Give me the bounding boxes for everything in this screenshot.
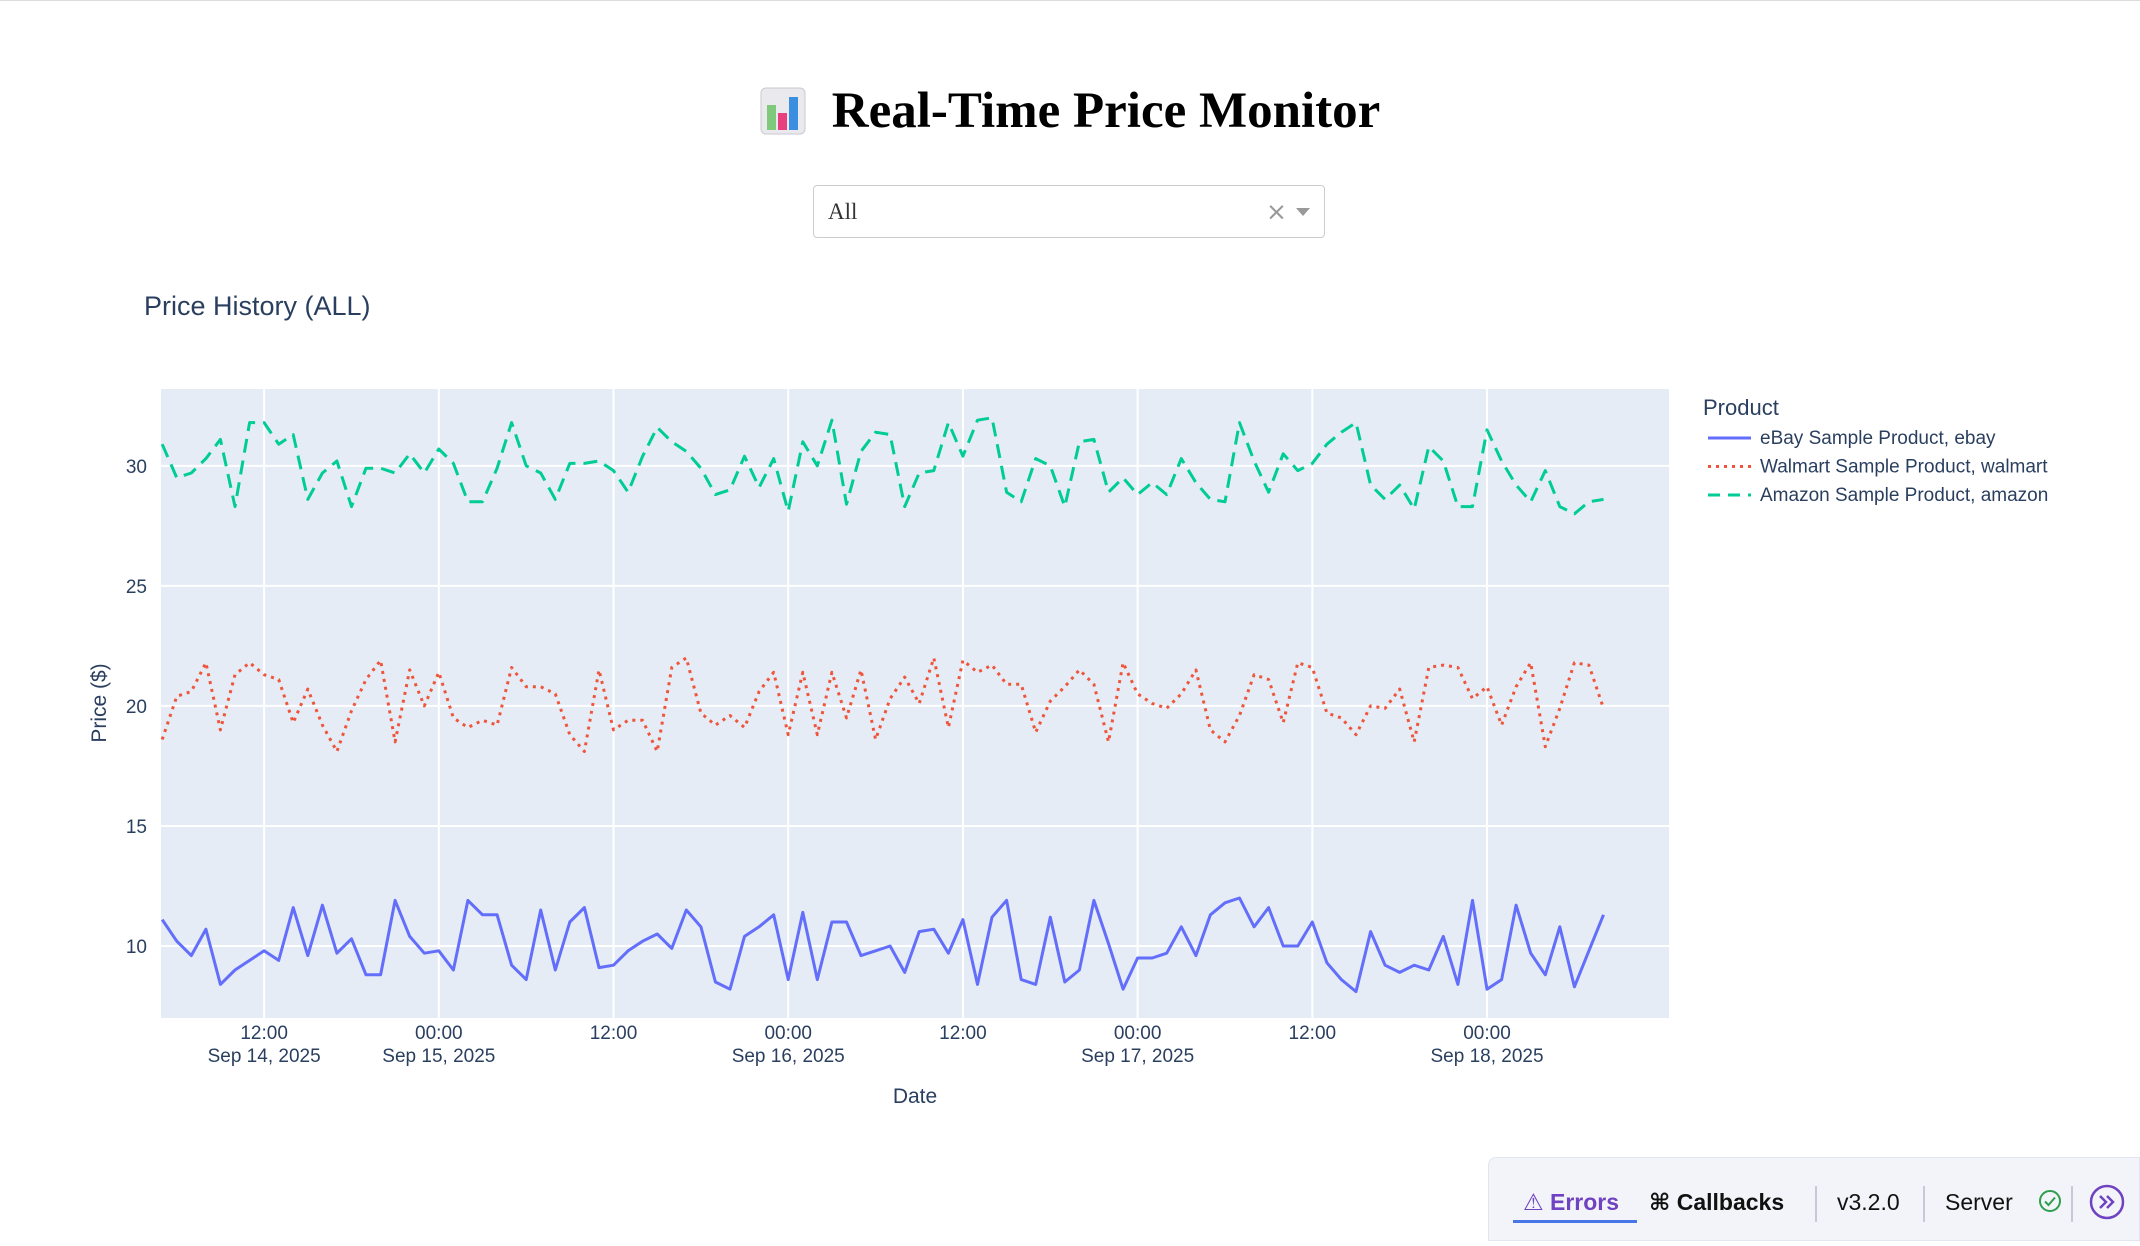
x-tick-label: 00:00 bbox=[415, 1023, 463, 1044]
divider bbox=[1923, 1186, 1925, 1222]
x-tick-date-label: Sep 18, 2025 bbox=[1430, 1046, 1543, 1067]
x-axis-ticks: 12:00Sep 14, 202500:00Sep 15, 202512:00 0… bbox=[208, 1023, 1544, 1067]
callbacks-tab[interactable]: ⌘ Callbacks bbox=[1649, 1158, 1784, 1246]
dev-tools-bar: ⚠ Errors ⌘ Callbacks v3.2.0 Server bbox=[1488, 1157, 2140, 1241]
errors-tab-underline bbox=[1513, 1220, 1637, 1223]
x-axis-label: Date bbox=[893, 1085, 937, 1108]
x-tick-label: 00:00 bbox=[1114, 1023, 1162, 1044]
x-tick-date-label: Sep 16, 2025 bbox=[732, 1046, 845, 1067]
x-tick-label: 12:00 bbox=[590, 1023, 638, 1044]
legend-item-label: eBay Sample Product, ebay bbox=[1760, 428, 1996, 449]
legend-item-label: Amazon Sample Product, amazon bbox=[1760, 485, 2048, 506]
x-tick-label: 12:00 bbox=[240, 1023, 288, 1044]
price-history-chart: Price History (ALL) 1015202530 12:00Sep … bbox=[88, 291, 2048, 1108]
check-circle-icon bbox=[2039, 1190, 2061, 1212]
errors-label: Errors bbox=[1550, 1189, 1620, 1215]
x-tick-date-label: Sep 17, 2025 bbox=[1081, 1046, 1194, 1067]
x-tick-label: 00:00 bbox=[764, 1023, 812, 1044]
y-tick-label: 15 bbox=[126, 817, 147, 838]
divider bbox=[2071, 1186, 2073, 1222]
x-tick-label: 00:00 bbox=[1463, 1023, 1511, 1044]
y-tick-label: 10 bbox=[126, 937, 147, 958]
server-status-label: Server bbox=[1945, 1189, 2013, 1215]
x-tick-label: 12:00 bbox=[939, 1023, 987, 1044]
expand-devtools-icon[interactable] bbox=[2089, 1184, 2125, 1220]
y-tick-label: 25 bbox=[126, 577, 147, 598]
errors-tab[interactable]: ⚠ Errors bbox=[1523, 1158, 1619, 1246]
y-axis-label: Price ($) bbox=[88, 663, 111, 742]
chart-title: Price History (ALL) bbox=[144, 291, 371, 321]
x-tick-label: 12:00 bbox=[1289, 1023, 1337, 1044]
y-tick-label: 20 bbox=[126, 697, 147, 718]
x-tick-date-label: Sep 14, 2025 bbox=[208, 1046, 321, 1067]
x-tick-date-label: Sep 15, 2025 bbox=[382, 1046, 495, 1067]
legend-item-label: Walmart Sample Product, walmart bbox=[1760, 457, 2048, 478]
legend[interactable]: Product eBay Sample Product, ebay Walmart… bbox=[1703, 395, 2048, 506]
y-axis-ticks: 10 15 20 25 30 bbox=[126, 457, 147, 958]
version-label: v3.2.0 bbox=[1837, 1189, 1900, 1215]
callbacks-label: Callbacks bbox=[1676, 1189, 1785, 1215]
divider bbox=[1815, 1186, 1817, 1222]
legend-title: Product bbox=[1703, 395, 1779, 420]
y-tick-label: 30 bbox=[126, 457, 147, 478]
